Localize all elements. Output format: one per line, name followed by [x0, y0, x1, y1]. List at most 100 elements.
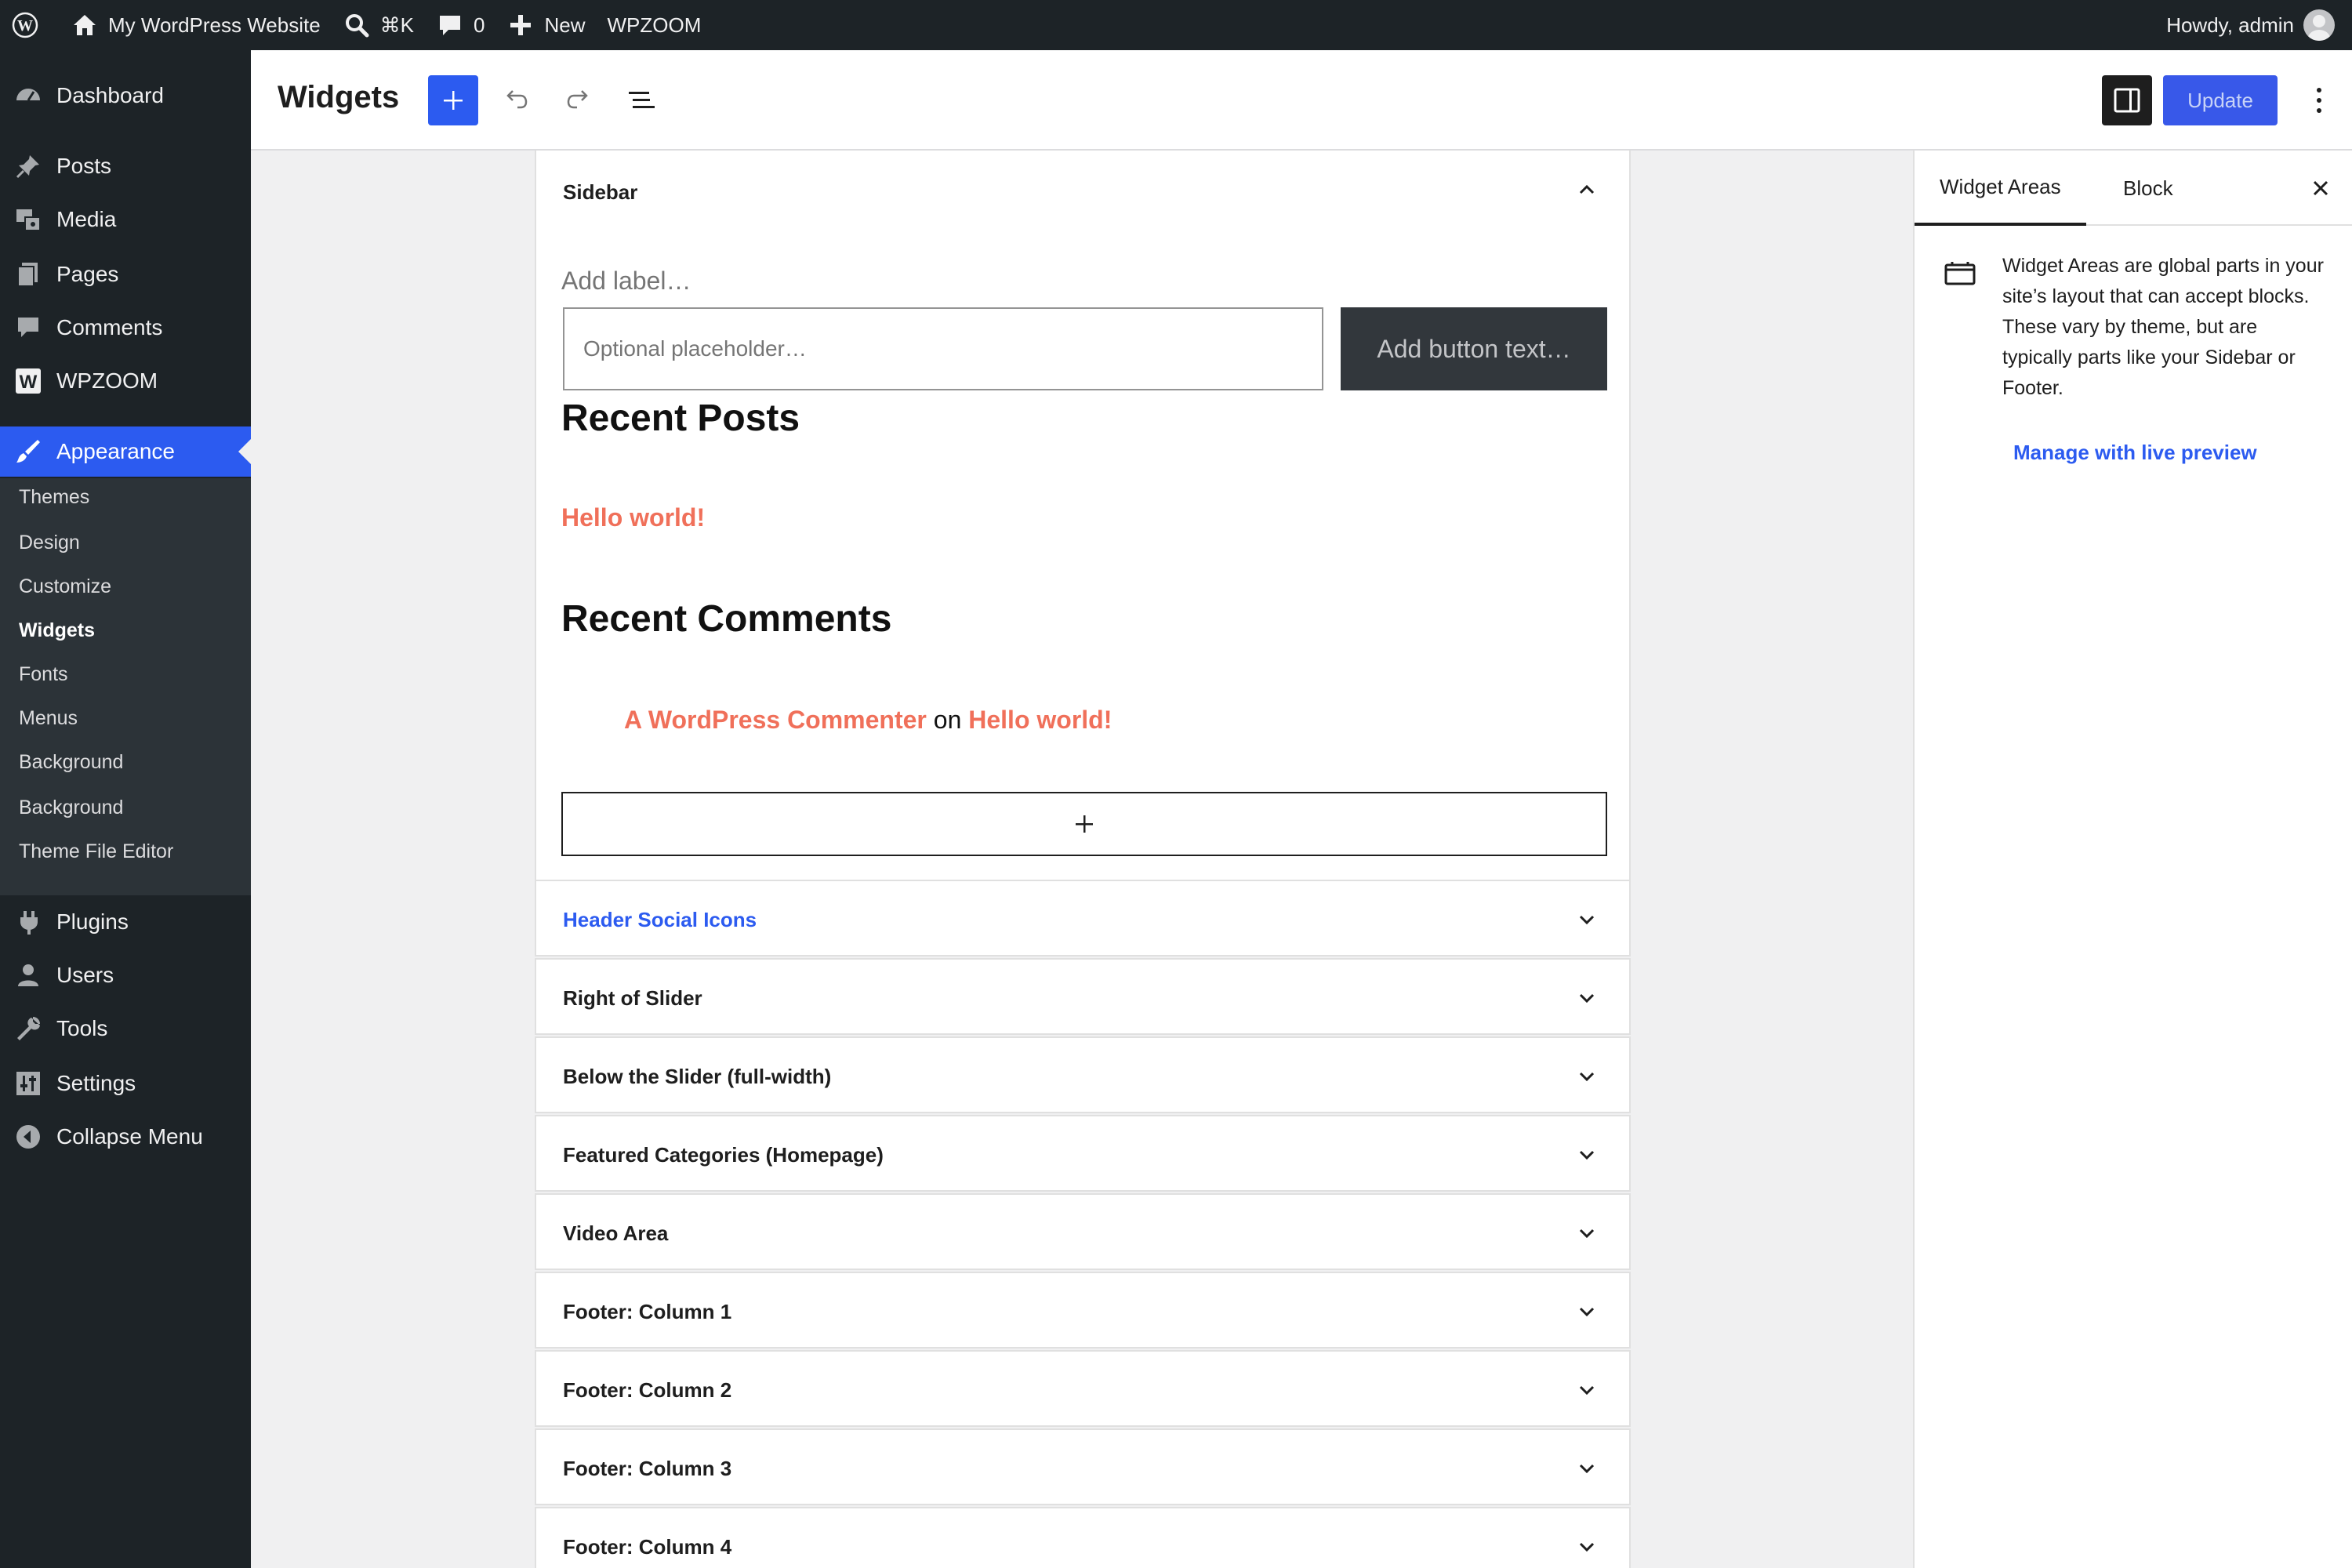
page-title: Widgets [278, 80, 400, 114]
widget-area-sidebar: Sidebar Add label… Optional placeholder…… [535, 151, 1631, 881]
wpzoom-label: WPZOOM [607, 13, 702, 37]
comments-link[interactable]: 0 [425, 0, 495, 50]
widget-area-below-slider[interactable]: Below the Slider (full-width) [535, 1036, 1631, 1113]
undo-button[interactable] [497, 82, 535, 119]
plus-icon [1076, 815, 1093, 833]
chevron-down-icon [1579, 1072, 1595, 1082]
inspector-tabs: Widget Areas Block [1915, 151, 2352, 226]
menu-label-dashboard: Dashboard [56, 83, 164, 107]
sidebar-panel-icon [2114, 88, 2140, 113]
menu-label-wpzoom: WPZOOM [56, 368, 158, 393]
submenu-menus[interactable]: Menus [19, 702, 78, 734]
options-menu-button[interactable] [2300, 82, 2338, 119]
search-label-field[interactable]: Add label… [561, 267, 691, 296]
block-inserter-button[interactable] [428, 75, 478, 125]
widget-area-footer-column-4[interactable]: Footer: Column 4 [535, 1507, 1631, 1568]
undo-icon [506, 90, 528, 109]
search-button[interactable]: Add button text… [1341, 307, 1607, 390]
widget-area-footer-column-2[interactable]: Footer: Column 2 [535, 1350, 1631, 1427]
search-icon [345, 14, 369, 38]
recent-post-link[interactable]: Hello world! [561, 503, 705, 532]
add-block-button[interactable] [561, 792, 1607, 856]
manage-live-preview-link[interactable]: Manage with live preview [2013, 441, 2257, 465]
new-label: New [544, 13, 586, 37]
collapse-menu-button[interactable]: Collapse Menu [0, 1112, 251, 1162]
menu-item-wpzoom[interactable]: W WPZOOM [0, 356, 251, 406]
user-icon [18, 964, 38, 986]
new-content-link[interactable]: New [495, 0, 596, 50]
wordpress-logo[interactable]: W [0, 0, 60, 50]
widget-area-featured-categories[interactable]: Featured Categories (Homepage) [535, 1115, 1631, 1192]
widget-area-footer-column-1[interactable]: Footer: Column 1 [535, 1272, 1631, 1348]
menu-item-posts[interactable]: Posts [0, 141, 251, 191]
wrench-icon [17, 1017, 40, 1040]
admin-menu: Dashboard Posts Media Pages Comments W W… [0, 50, 251, 1568]
submenu-theme-file-editor[interactable]: Theme File Editor [19, 836, 173, 867]
list-view-button[interactable] [622, 82, 660, 119]
recent-comment-item: A WordPress Commenter on Hello world! [624, 706, 1112, 735]
submenu-fonts[interactable]: Fonts [19, 659, 68, 690]
command-palette-button[interactable]: ⌘K [332, 0, 425, 50]
submenu-design[interactable]: Design [19, 527, 80, 558]
widget-area-title: Footer: Column 4 [563, 1535, 732, 1559]
list-view-icon [629, 92, 655, 108]
menu-item-pages[interactable]: Pages [0, 249, 251, 299]
wpzoom-icon: W [16, 368, 41, 394]
menu-item-media[interactable]: Media [0, 194, 251, 245]
menu-item-tools[interactable]: Tools [0, 1004, 251, 1054]
settings-sliders-icon [16, 1072, 40, 1095]
widget-area-icon [1944, 262, 1976, 285]
pushpin-icon [16, 155, 39, 179]
chevron-down-icon [1579, 1150, 1595, 1160]
tab-widget-areas[interactable]: Widget Areas [1915, 151, 2086, 226]
admin-bar: W My WordPress Website ⌘K 0 New WPZOOM H… [0, 0, 2352, 50]
wpzoom-link[interactable]: WPZOOM [597, 0, 713, 50]
menu-label-users: Users [56, 963, 114, 987]
submenu-background[interactable]: Background [19, 746, 123, 778]
menu-label-posts: Posts [56, 154, 112, 178]
menu-item-appearance[interactable]: Appearance [0, 426, 251, 477]
tab-block[interactable]: Block [2098, 151, 2198, 226]
widget-area-title[interactable]: Sidebar [563, 180, 637, 205]
chevron-down-icon [1579, 1229, 1595, 1239]
chevron-up-icon[interactable] [1574, 177, 1599, 202]
pages-icon [17, 263, 38, 287]
menu-item-plugins[interactable]: Plugins [0, 897, 251, 947]
recent-posts-heading[interactable]: Recent Posts [561, 397, 800, 440]
widget-area-video-area[interactable]: Video Area [535, 1193, 1631, 1270]
comment-post-link[interactable]: Hello world! [968, 706, 1112, 734]
widget-area-header-social-icons[interactable]: Header Social Icons [535, 880, 1631, 956]
home-icon [74, 15, 96, 35]
settings-sidebar-toggle[interactable] [2102, 75, 2152, 125]
dashboard-icon [16, 89, 40, 101]
plugin-icon [20, 911, 38, 935]
menu-item-users[interactable]: Users [0, 950, 251, 1000]
plus-icon [444, 91, 463, 110]
menu-item-comments[interactable]: Comments [0, 303, 251, 353]
close-icon[interactable] [2307, 174, 2335, 202]
search-input[interactable]: Optional placeholder… [563, 307, 1323, 390]
menu-item-settings[interactable]: Settings [0, 1058, 251, 1109]
wordpress-icon: W [12, 12, 38, 38]
site-name-link[interactable]: My WordPress Website [60, 0, 332, 50]
submenu-customize[interactable]: Customize [19, 571, 111, 602]
widget-area-footer-column-3[interactable]: Footer: Column 3 [535, 1428, 1631, 1505]
menu-label-tools: Tools [56, 1016, 108, 1040]
editor-header: Widgets Update [251, 50, 2352, 151]
widget-area-right-of-slider[interactable]: Right of Slider [535, 958, 1631, 1035]
submenu-widgets[interactable]: Widgets [19, 615, 95, 646]
widget-area-title: Video Area [563, 1221, 669, 1245]
comments-count: 0 [474, 13, 485, 37]
comment-author-link[interactable]: A WordPress Commenter [624, 706, 927, 734]
redo-button[interactable] [560, 82, 597, 119]
widget-area-title: Below the Slider (full-width) [563, 1065, 832, 1088]
menu-item-dashboard[interactable]: Dashboard [0, 71, 251, 121]
account-menu[interactable]: Howdy, admin [2155, 0, 2352, 50]
appearance-submenu: Themes Design Customize Widgets Fonts Me… [0, 478, 251, 895]
menu-label-media: Media [56, 207, 117, 231]
recent-comments-heading[interactable]: Recent Comments [561, 597, 891, 641]
widget-area-title: Header Social Icons [563, 908, 757, 931]
submenu-themes[interactable]: Themes [19, 481, 89, 513]
submenu-background-2[interactable]: Background [19, 792, 123, 823]
update-button[interactable]: Update [2163, 75, 2278, 125]
